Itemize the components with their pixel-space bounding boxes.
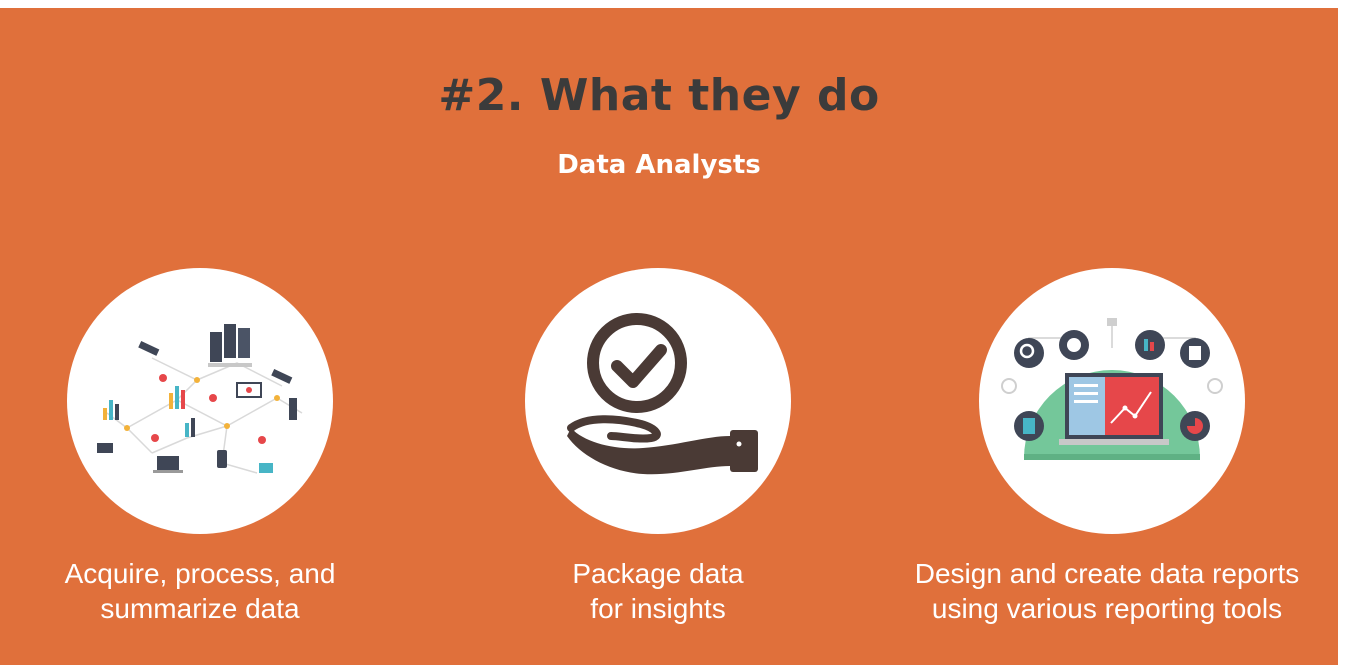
- item-circle-reports: [979, 268, 1245, 534]
- caption-package: Package data for insights: [438, 556, 878, 626]
- caption-line: Package data: [572, 558, 744, 589]
- caption-reports: Design and create data reports using var…: [887, 556, 1327, 626]
- reporting-dashboard-icon: [1001, 318, 1223, 460]
- hand-checkmark-icon: [567, 313, 758, 475]
- caption-line: summarize data: [100, 593, 300, 624]
- slide: #2. What they do Data Analysts Acquire, …: [0, 8, 1338, 665]
- caption-line: Acquire, process, and: [64, 558, 336, 589]
- frame-edge: [1338, 0, 1362, 665]
- slide-title: #2. What they do: [438, 70, 880, 121]
- caption-line: Design and create data reports: [914, 558, 1300, 589]
- item-circle-package: [525, 268, 791, 534]
- slide-subtitle: Data Analysts: [557, 150, 761, 180]
- data-network-icon: [97, 324, 303, 474]
- caption-acquire: Acquire, process, and summarize data: [0, 556, 420, 626]
- caption-line: using various reporting tools: [931, 593, 1283, 624]
- item-circle-acquire: [67, 268, 333, 534]
- caption-line: for insights: [590, 593, 726, 624]
